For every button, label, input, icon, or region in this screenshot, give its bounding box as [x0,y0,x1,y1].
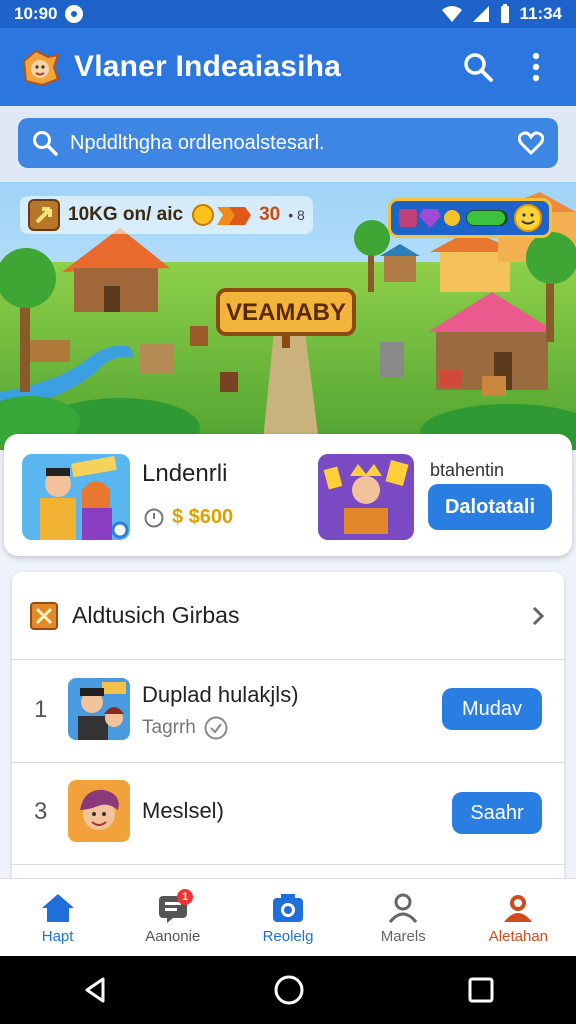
banner-hud-right [388,198,552,238]
search-button[interactable] [456,45,500,89]
list-item-thumbnail [68,678,130,740]
bottom-navigation: Hapt 1 Aanonie Reolelg Marels Aletahan [0,878,576,957]
nav-camera[interactable]: Reolelg [230,879,345,957]
app-bar: Vlaner Indeaiasiha [0,28,576,106]
nav-messages[interactable]: 1 Aanonie [115,879,230,957]
person-icon [389,893,418,923]
hud-left-small: • 8 [288,207,305,223]
chevron-right-icon [532,606,545,625]
list-item-rank: 1 [34,696,48,723]
game-banner[interactable]: 10KG on/ aic 30 • 8 VEAMABY [0,182,576,450]
app-logo-icon [22,49,60,87]
search-input[interactable]: Npddlthgha ordlenoalstesarl. [18,118,558,168]
promo-price-row: $ $600 [144,506,233,529]
notification-badge: 1 [177,889,194,905]
app-title: Vlaner Indeaiasiha [74,50,342,83]
nav-home[interactable]: Hapt [0,879,115,957]
account-icon [504,894,533,922]
battery-icon [501,4,510,23]
nav-account-label: Aletahan [488,927,549,945]
nav-camera-label: Reolelg [262,927,314,945]
promo-title: Lndenrli [142,460,228,487]
category-icon [30,601,58,630]
recents-icon[interactable] [467,976,495,1004]
list-item-subtitle: Tagrrh [142,717,196,738]
signal-icon [473,6,490,22]
search-icon [33,131,58,156]
more-vert-icon [532,52,540,82]
list-item-subtitle-row: Tagrrh [142,716,228,740]
system-navigation-bar [0,956,576,1024]
check-circle-icon [204,716,228,740]
nav-profile[interactable]: Marels [346,879,461,957]
list-item-title: Duplad hulakjls) [142,682,299,707]
coins-icon [192,204,252,226]
overflow-menu-button[interactable] [514,45,558,89]
list-header[interactable]: Aldtusich Girbas [12,572,564,660]
status-time-right: 11:34 [519,4,562,23]
home-icon [41,893,74,922]
ranking-list: Aldtusich Girbas 1 Duplad hulakjls) Tagr… [12,572,564,892]
nav-profile-label: Marels [380,927,426,945]
smiley-icon [514,204,542,232]
nav-account[interactable]: Aletahan [461,879,576,957]
promo-download-button[interactable]: Dalotatali [428,484,552,530]
promo-price: $ $600 [172,506,234,528]
search-text: Npddlthgha ordlenoalstesarl. [70,131,325,154]
banner-sign-text: VEAMABY [225,299,346,326]
list-header-title: Aldtusich Girbas [72,602,240,628]
nav-messages-label: Aanonie [145,927,201,945]
list-item-action-button[interactable]: Saahr [452,792,542,834]
back-icon[interactable] [81,975,111,1005]
wifi-icon [442,6,463,22]
list-item[interactable]: 1 Duplad hulakjls) Tagrrh Mudav [12,660,564,763]
promo-thumbnail-couple[interactable] [22,454,130,540]
list-item-thumbnail [68,780,130,842]
promo-card[interactable]: Lndenrli $ $600 btahentin Dalotatali [4,434,572,556]
status-bar: 10:90 11:34 [0,0,576,28]
heart-icon[interactable] [518,131,544,155]
gem-icons [399,209,460,228]
notification-icon [65,5,84,23]
energy-bar-icon [466,210,508,226]
list-item[interactable]: 3 Meslsel) Saahr [12,762,564,865]
hud-left-gold: 30 [259,204,281,225]
promo-subtitle: btahentin [430,460,505,480]
timer-icon [144,508,164,527]
hud-left-text: 10KG on/ aic [68,204,184,225]
list-item-title: Meslsel) [142,798,224,823]
star-badge-icon [28,199,60,231]
home-circle-icon[interactable] [273,974,305,1006]
list-item-rank: 3 [34,798,48,825]
nav-home-label: Hapt [41,927,74,945]
search-icon [464,53,493,82]
camera-icon [273,893,303,922]
list-item-action-button[interactable]: Mudav [442,688,542,730]
search-section: Npddlthgha ordlenoalstesarl. [0,106,576,182]
promo-thumbnail-king[interactable] [318,454,414,540]
status-time-left: 10:90 [14,4,58,23]
banner-hud-left: 10KG on/ aic 30 • 8 [20,196,313,234]
